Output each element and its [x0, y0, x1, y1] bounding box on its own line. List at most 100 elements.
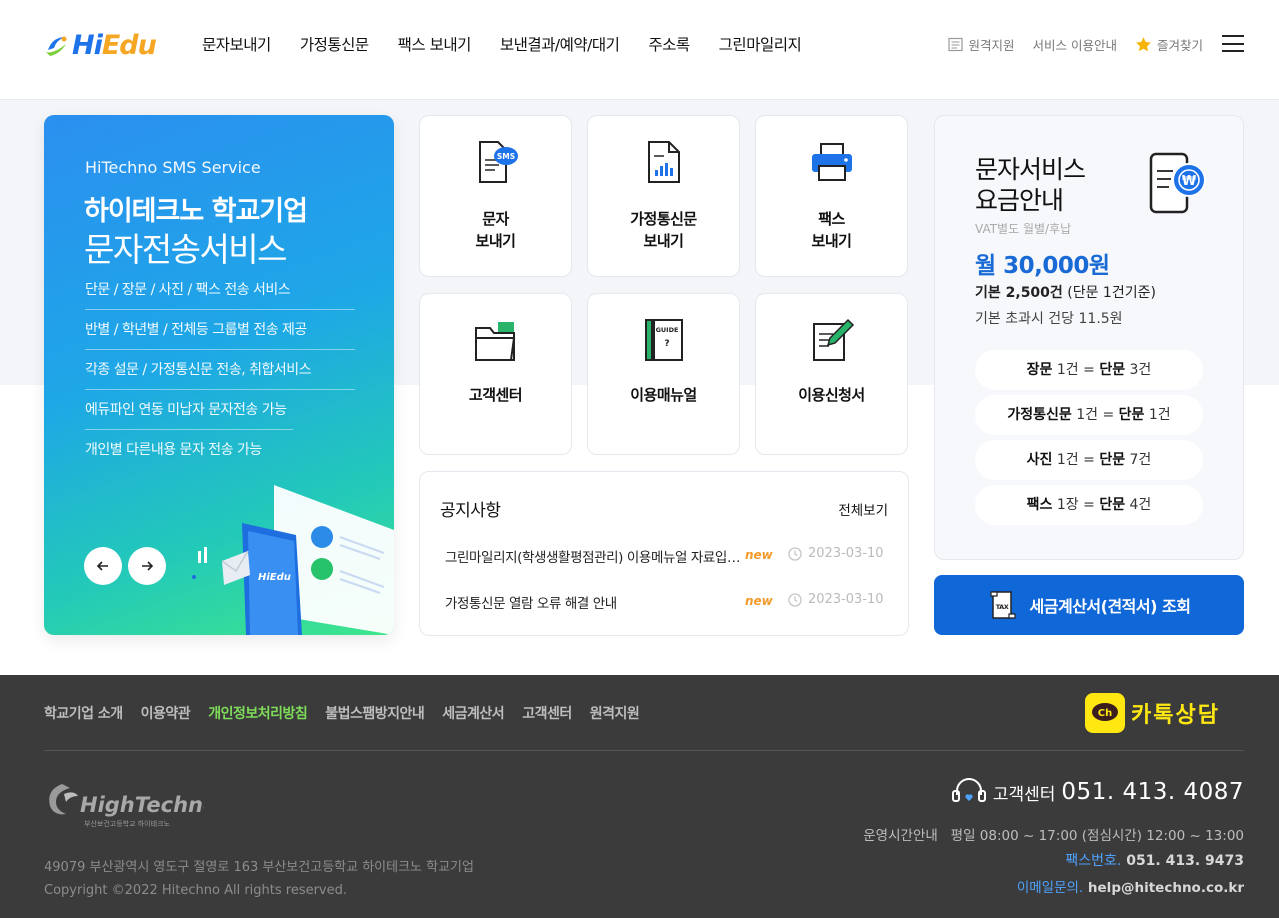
- notice-view-all-link[interactable]: 전체보기: [838, 499, 888, 519]
- nav-newsletter[interactable]: 가정통신문: [300, 33, 369, 55]
- footer-link-about[interactable]: 학교기업 소개: [44, 703, 123, 723]
- pricing-title: 문자서비스 요금안내: [975, 155, 1086, 215]
- email-contact[interactable]: 이메일문의. help@hitechno.co.kr: [1017, 876, 1244, 896]
- nav-sent-results[interactable]: 보낸결과/예약/대기: [500, 33, 620, 55]
- svg-text:TAX: TAX: [995, 603, 1008, 611]
- main-nav: 문자보내기 가정통신문 팩스 보내기 보낸결과/예약/대기 주소록 그린마일리지: [202, 33, 802, 55]
- vat-note: VAT별도 월별/후납: [975, 222, 1072, 236]
- footer-divider: [44, 750, 1244, 751]
- tile-label: 고객센터: [468, 386, 523, 404]
- remote-support-link[interactable]: 원격지원: [948, 35, 1015, 54]
- footer-link-remote[interactable]: 원격지원: [590, 703, 640, 723]
- menu-hamburger-icon[interactable]: [1222, 35, 1244, 52]
- copyright: Copyright ©2022 Hitechno All rights rese…: [44, 883, 348, 898]
- footer-link-tax-invoice[interactable]: 세금계산서: [442, 703, 504, 723]
- phone-won-icon: ₩: [1149, 152, 1206, 214]
- nav-send-fax[interactable]: 팩스 보내기: [398, 33, 472, 55]
- remote-monitor-icon: [948, 37, 964, 52]
- banner-feature: 반별 / 학년별 / 전체등 그룹별 전송 제공: [85, 310, 355, 350]
- tile-user-manual[interactable]: GUIDE ? 이용매뉴얼: [587, 293, 740, 455]
- banner-feature: 각종 설문 / 가정통신문 전송, 취합서비스: [85, 350, 355, 390]
- svg-text:Ch: Ch: [1098, 708, 1112, 719]
- banner-prev-button[interactable]: [84, 547, 122, 585]
- arrow-left-icon: [96, 561, 108, 571]
- phone-messages-illustration-icon: HiEdu: [192, 485, 394, 635]
- guide-book-icon: GUIDE ?: [644, 319, 683, 361]
- customer-center-phone: 고객센터 051. 413. 4087: [951, 777, 1244, 807]
- tile-label: 문자 보내기: [475, 210, 516, 250]
- svg-text:부산보건고등학교 하이테크노: 부산보건고등학교 하이테크노: [84, 819, 171, 828]
- footer-nav: 학교기업 소개 이용약관 개인정보처리방침 불법스팸방지안내 세금계산서 고객센…: [44, 703, 640, 723]
- rate-pill: 사진 1건 = 단문 7건: [975, 440, 1203, 480]
- nav-address-book[interactable]: 주소록: [648, 33, 690, 55]
- logo-swoosh-icon: [46, 36, 67, 56]
- tax-scroll-icon: TAX: [989, 591, 1016, 619]
- svg-text:HighTechno: HighTechno: [80, 793, 204, 817]
- hero-banner: HiTechno SMS Service 하이테크노 학교기업 문자전송서비스 …: [44, 115, 394, 635]
- notice-title: 공지사항: [440, 501, 501, 521]
- service-guide-link[interactable]: 서비스 이용안내: [1033, 35, 1117, 54]
- svg-text:GUIDE: GUIDE: [655, 326, 678, 334]
- banner-feature-list: 단문 / 장문 / 사진 / 팩스 전송 서비스 반별 / 학년별 / 전체등 …: [85, 270, 355, 470]
- arrow-right-icon: [142, 561, 154, 571]
- fax-number: 팩스번호. 051. 413. 9473: [1065, 853, 1244, 869]
- hiedu-logo[interactable]: HiEdu: [44, 28, 157, 62]
- nav-green-mileage[interactable]: 그린마일리지: [719, 33, 802, 55]
- footer: 학교기업 소개 이용약관 개인정보처리방침 불법스팸방지안내 세금계산서 고객센…: [0, 675, 1279, 918]
- operating-hours: 운영시간안내 평일 08:00 ~ 17:00 (점심시간) 12:00 ~ 1…: [863, 828, 1244, 844]
- tile-send-fax[interactable]: 팩스 보내기: [755, 115, 908, 277]
- logo-text: HiEdu: [72, 29, 157, 61]
- headset-icon: [951, 778, 986, 802]
- banner-feature: 에듀파인 연동 미납자 문자전송 가능: [85, 390, 293, 430]
- rate-pill: 장문 1건 = 단문 3건: [975, 350, 1203, 390]
- footer-link-antispam[interactable]: 불법스팸방지안내: [325, 703, 425, 723]
- tax-invoice-button[interactable]: TAX 세금계산서(견적서) 조회: [934, 575, 1244, 635]
- notice-board: 공지사항 전체보기 그린마일리지(학생생활평점관리) 이용메뉴얼 자료입니다 n…: [419, 471, 909, 636]
- footer-link-terms[interactable]: 이용약관: [141, 703, 191, 723]
- banner-title-2: 문자전송서비스: [84, 230, 288, 269]
- banner-arrows: [84, 547, 166, 585]
- svg-text:SMS: SMS: [496, 152, 514, 161]
- star-icon: [1136, 37, 1151, 52]
- base-quota: 기본 2,500건 (단문 1건기준): [975, 285, 1156, 301]
- kakao-channel-icon: Ch: [1085, 693, 1125, 733]
- banner-feature: 개인별 다른내용 문자 전송 가능: [85, 442, 262, 458]
- tile-label: 가정통신문 보내기: [630, 210, 697, 250]
- banner-subtitle: HiTechno SMS Service: [85, 158, 261, 177]
- notice-item[interactable]: 그린마일리지(학생생활평점관리) 이용메뉴얼 자료입니다 new 2023-03…: [445, 546, 890, 568]
- tile-label: 이용매뉴얼: [630, 386, 697, 404]
- footer-link-privacy[interactable]: 개인정보처리방침: [208, 703, 308, 723]
- tile-send-sms[interactable]: SMS 문자 보내기: [419, 115, 572, 277]
- tile-label: 이용신청서: [798, 386, 865, 404]
- address: 49079 부산광역시 영도구 절영로 163 부산보건고등학교 하이테크노 학…: [44, 860, 474, 875]
- kakao-chat-button[interactable]: Ch 카톡상담: [1085, 693, 1220, 733]
- header: HiEdu 문자보내기 가정통신문 팩스 보내기 보낸결과/예약/대기 주소록 …: [0, 0, 1279, 100]
- svg-text:₩: ₩: [1182, 174, 1197, 189]
- nav-send-sms[interactable]: 문자보내기: [202, 33, 271, 55]
- tile-label: 팩스 보내기: [811, 210, 852, 250]
- notice-item[interactable]: 가정통신문 열람 오류 해결 안내 new 2023-03-10: [445, 592, 890, 614]
- tile-customer-center[interactable]: 고객센터: [419, 293, 572, 455]
- overage-rate: 기본 초과시 건당 11.5원: [975, 311, 1123, 327]
- sms-doc-icon: SMS: [478, 141, 518, 183]
- utility-links: 원격지원 서비스 이용안내 즐겨찾기: [948, 35, 1203, 54]
- clock-icon: [788, 546, 802, 561]
- svg-text:HiEdu: HiEdu: [258, 572, 291, 583]
- rate-pill: 가정통신문 1건 = 단문 1건: [975, 395, 1203, 435]
- new-badge: new: [745, 594, 773, 608]
- footer-link-customer-center[interactable]: 고객센터: [522, 703, 572, 723]
- folder-icon: [474, 322, 515, 361]
- monthly-fee: 월 30,000원: [975, 253, 1110, 279]
- banner-next-button[interactable]: [128, 547, 166, 585]
- banner-feature: 단문 / 장문 / 사진 / 팩스 전송 서비스: [85, 270, 355, 310]
- rate-pill: 팩스 1장 = 단문 4건: [975, 485, 1203, 525]
- svg-text:?: ?: [664, 339, 669, 349]
- chart-doc-icon: [647, 141, 680, 183]
- hightechno-logo: HighTechno 부산보건고등학교 하이테크노: [49, 784, 204, 828]
- new-badge: new: [745, 548, 773, 562]
- pen-doc-icon: [812, 318, 854, 361]
- clock-icon: [788, 592, 802, 607]
- tile-newsletter[interactable]: 가정통신문 보내기: [587, 115, 740, 277]
- tile-application-form[interactable]: 이용신청서: [755, 293, 908, 455]
- favorites-link[interactable]: 즐겨찾기: [1135, 35, 1203, 54]
